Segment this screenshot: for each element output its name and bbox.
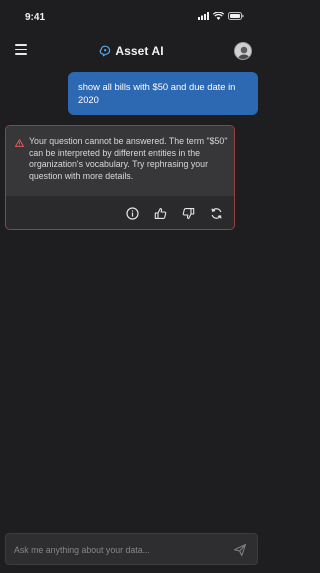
battery-icon — [228, 12, 244, 20]
status-bar: 9:41 — [0, 0, 263, 34]
error-body: Your question cannot be answered. The te… — [6, 126, 234, 196]
response-actions — [125, 206, 224, 221]
error-response-card: Your question cannot be answered. The te… — [5, 125, 235, 230]
error-message-text: Your question cannot be answered. The te… — [29, 136, 228, 181]
info-icon[interactable] — [125, 206, 140, 221]
user-avatar[interactable] — [234, 42, 252, 60]
chat-input[interactable] — [14, 542, 224, 558]
thumbs-down-icon[interactable] — [181, 206, 196, 221]
signal-icon — [198, 12, 209, 20]
warning-triangle-icon — [15, 139, 24, 147]
message-composer — [5, 533, 258, 565]
phone-screen: 9:41 Asset AI show all bills with $50 an… — [0, 0, 263, 573]
status-icons — [198, 12, 244, 20]
user-message-text: show all bills with $50 and due date in … — [78, 81, 236, 105]
thumbs-up-icon[interactable] — [153, 206, 168, 221]
brand: Asset AI — [0, 44, 263, 58]
app-header: Asset AI — [0, 34, 263, 68]
status-time: 9:41 — [25, 12, 46, 23]
brain-logo-icon — [99, 45, 111, 57]
wifi-icon — [213, 12, 224, 20]
refresh-icon[interactable] — [209, 206, 224, 221]
user-message-bubble: show all bills with $50 and due date in … — [68, 72, 258, 115]
send-icon[interactable] — [233, 543, 247, 557]
app-title: Asset AI — [115, 44, 164, 58]
